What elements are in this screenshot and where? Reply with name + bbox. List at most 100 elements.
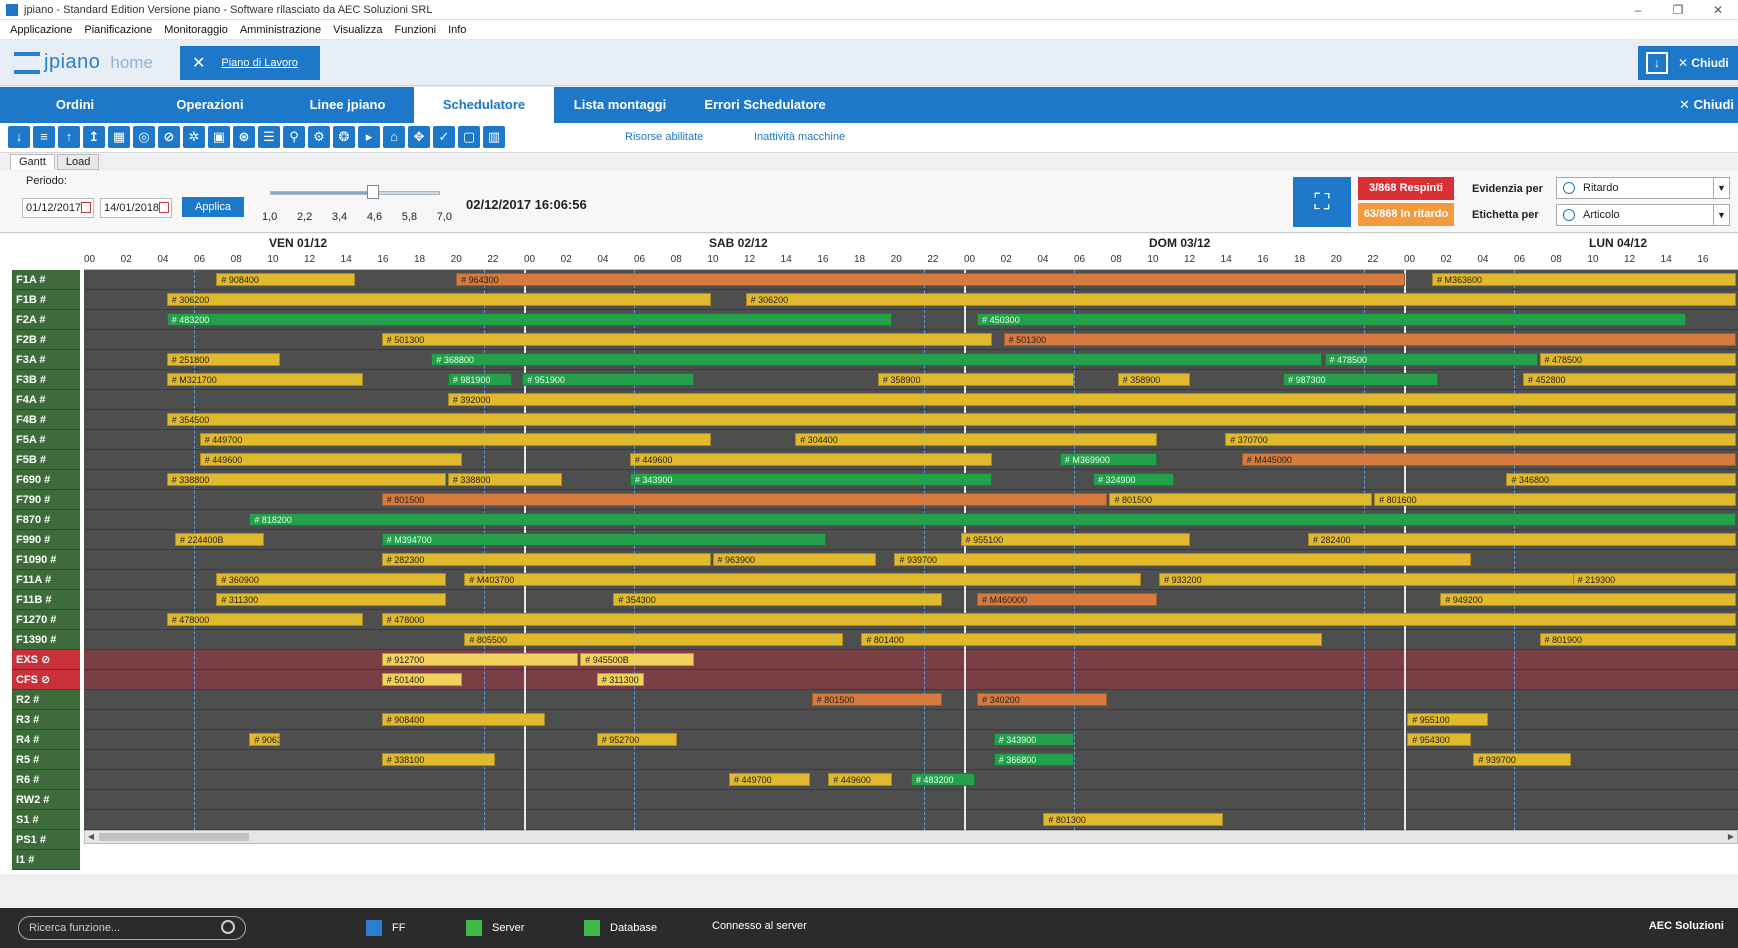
import-icon[interactable]: ↓ [8,126,30,148]
close-tab-icon[interactable]: ✕ [192,53,205,73]
resource-label-f1390[interactable]: F1390 # [12,630,80,650]
gantt-bar[interactable]: # 311300 [596,673,645,686]
calendar-icon[interactable] [159,202,169,213]
tab-linee-jpiano[interactable]: Linee jpiano [285,87,410,123]
date-to-field[interactable]: 14/01/2018 [100,198,172,218]
gantt-bar[interactable]: # 343900 [629,473,992,486]
resource-label-f2a[interactable]: F2A # [12,310,80,330]
list-icon[interactable]: ☰ [258,126,280,148]
gantt-bar[interactable]: # 452800 [1522,373,1736,386]
gantt-bar[interactable]: # 955100 [960,533,1191,546]
gantt-bar[interactable]: # 338800 [166,473,446,486]
upload-all-icon[interactable]: ↥ [83,126,105,148]
download-icon[interactable]: ↓ [1646,52,1668,74]
gantt-bar[interactable]: # 908400 [216,273,355,286]
upload-icon[interactable]: ↑ [58,126,80,148]
gantt-bar[interactable]: # 501300 [381,333,992,346]
gantt-bar[interactable]: # 951900 [522,373,694,386]
tab-ordini[interactable]: Ordini [20,87,130,123]
gantt-chart[interactable]: # 908400 # 964300 # M363600 # 306200 # 30620… [84,270,1738,830]
minimize-icon[interactable]: – [1618,0,1658,20]
resource-label-r3[interactable]: R3 # [12,710,80,730]
gantt-bar[interactable]: # 346800 [1506,473,1736,486]
resource-label-f870[interactable]: F870 # [12,510,80,530]
gantt-bar[interactable]: # 954300 [1407,733,1472,746]
link-inattivita-macchine[interactable]: Inattività macchine [754,131,845,143]
menu-monitoraggio[interactable]: Monitoraggio [164,24,228,36]
resource-label-cfs[interactable]: CFS ⊘ [12,670,80,690]
scroll-left-icon[interactable]: ◀ [85,831,97,843]
resource-label-f790[interactable]: F790 # [12,490,80,510]
gantt-bar[interactable]: # 449700 [729,773,810,786]
gantt-bar[interactable]: # 949200 [1440,593,1736,606]
gantt-bar[interactable]: # M445000 [1241,453,1736,466]
menu-info[interactable]: Info [448,24,466,36]
gantt-bar[interactable]: # 939700 [1473,753,1571,766]
workspace-tab-label[interactable]: Piano di Lavoro [221,57,297,69]
target-icon[interactable]: ◎ [133,126,155,148]
gantt-bar[interactable]: # 338100 [381,753,496,766]
chevron-down-icon[interactable]: ▼ [1713,205,1729,225]
gantt-bar[interactable]: # 805500 [464,633,843,646]
resource-label-f1090[interactable]: F1090 # [12,550,80,570]
apply-button[interactable]: Applica [182,197,244,217]
gantt-bar[interactable]: # 478500 [1324,353,1538,366]
gantt-bar[interactable]: # 282400 [1307,533,1736,546]
gantt-bar[interactable]: # 449600 [629,453,992,466]
gantt-bar[interactable]: # 952700 [596,733,678,746]
subtab-gantt[interactable]: Gantt [10,154,55,170]
resource-label-ps1[interactable]: PS1 # [12,830,80,850]
search-icon[interactable]: ⚲ [283,126,305,148]
save-icon[interactable]: ▣ [208,126,230,148]
resource-label-f690[interactable]: F690 # [12,470,80,490]
search-icon[interactable] [221,920,235,934]
gantt-bar[interactable]: # 392000 [447,393,1736,406]
gantt-bar[interactable]: # 945500B [580,653,694,666]
move-icon[interactable]: ✥ [408,126,430,148]
link-risorse-abilitate[interactable]: Risorse abilitate [625,131,703,143]
gantt-bar[interactable]: # 354500 [166,413,1736,426]
resource-label-f1b[interactable]: F1B # [12,290,80,310]
gantt-bar[interactable]: # 483200 [166,313,893,326]
gantt-bar[interactable]: # 358900 [1117,373,1191,386]
close-icon[interactable]: ✕ [1698,0,1738,20]
home-link[interactable]: home [110,53,153,73]
scrollbar-thumb[interactable] [99,833,249,841]
gantt-bar[interactable]: # 306200 [745,293,1736,306]
gantt-bar[interactable]: # 801600 [1374,493,1736,506]
gantt-bar[interactable]: # 251800 [166,353,281,366]
gantt-bar[interactable]: # 478000 [381,613,1736,626]
resource-label-f4a[interactable]: F4A # [12,390,80,410]
gantt-bar[interactable]: # 801300 [1043,813,1224,826]
gantt-bar[interactable]: # M403700 [464,573,1141,586]
gantt-bar[interactable]: # 354300 [613,593,943,606]
gantt-bar[interactable]: # 964300 [456,273,1406,286]
settings-icon[interactable]: ✲ [183,126,205,148]
wheel-icon[interactable]: ⊛ [233,126,255,148]
resource-label-f1270[interactable]: F1270 # [12,610,80,630]
scroll-right-icon[interactable]: ▶ [1725,831,1737,843]
resource-label-exs[interactable]: EXS ⊘ [12,650,80,670]
gantt-bar[interactable]: # 933200 [1159,573,1604,586]
gantt-bar[interactable]: # 450300 [977,313,1687,326]
header-close-button[interactable]: ✕ Chiudi [1678,56,1729,70]
gantt-bar[interactable]: # 370700 [1225,433,1736,446]
gantt-bar[interactable]: # 358900 [877,373,1075,386]
resource-label-r6[interactable]: R6 # [12,770,80,790]
gantt-bar[interactable]: # 801900 [1539,633,1736,646]
forward-icon[interactable]: ▸ [358,126,380,148]
gantt-bar[interactable]: # 987300 [1283,373,1439,386]
gantt-bar[interactable]: # 311300 [216,593,446,606]
gantt-bar[interactable]: # 306200 [166,293,711,306]
zoom-slider-thumb[interactable] [367,185,379,199]
zoom-slider[interactable] [270,185,440,199]
gantt-bar[interactable]: # 449700 [199,433,711,446]
menu-amministrazione[interactable]: Amministrazione [240,24,321,36]
gantt-bar[interactable]: # 501300 [1003,333,1736,346]
gantt-bar[interactable]: # 224400B [174,533,264,546]
menu-funzioni[interactable]: Funzioni [394,24,436,36]
menu-applicazione[interactable]: Applicazione [10,24,72,36]
gantt-bar[interactable]: # 955100 [1407,713,1488,726]
gantt-bar[interactable]: # 368800 [431,353,1323,366]
gantt-bar[interactable]: # M321700 [166,373,364,386]
